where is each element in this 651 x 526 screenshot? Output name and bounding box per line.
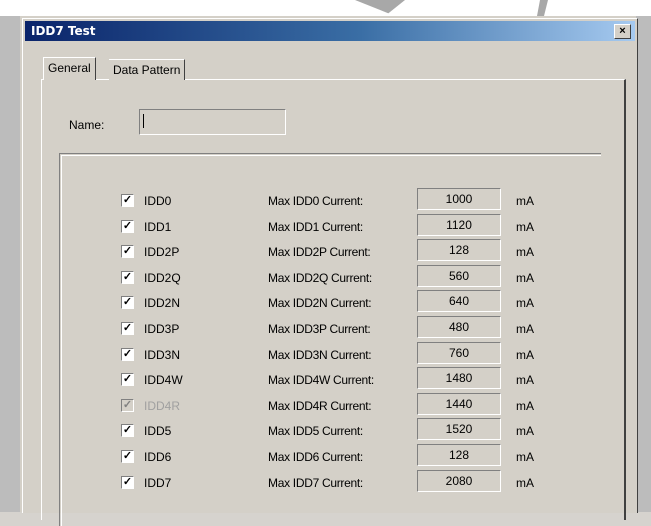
idd-row-idd7: ✓ IDD7 Max IDD7 Current: 2080 mA bbox=[60, 469, 601, 500]
unit-label: mA bbox=[516, 296, 534, 311]
max-current-label: Max IDD0 Current: bbox=[268, 194, 363, 208]
checkbox-idd3p[interactable]: ✓ bbox=[121, 322, 134, 335]
max-current-label: Max IDD2Q Current: bbox=[268, 270, 372, 285]
idd-row-idd6: ✓ IDD6 Max IDD6 Current: 128 mA bbox=[60, 444, 601, 474]
unit-label: mA bbox=[516, 347, 534, 362]
checkbox-label: IDD2Q bbox=[144, 270, 181, 285]
max-current-label: Max IDD3P Current: bbox=[268, 322, 371, 336]
unit-label: mA bbox=[516, 219, 534, 234]
idd-row-idd3p: ✓ IDD3P Max IDD3P Current: 480 mA bbox=[60, 316, 601, 346]
tab-general[interactable]: General bbox=[43, 57, 96, 80]
unit-label: mA bbox=[516, 398, 534, 413]
checkbox-label: IDD3P bbox=[144, 322, 180, 336]
idd-row-idd4w: ✓ IDD4W Max IDD4W Current: 1480 mA bbox=[60, 367, 601, 397]
checkbox-label: IDD7 bbox=[144, 475, 172, 490]
left-band bbox=[0, 16, 20, 512]
unit-label: mA bbox=[516, 245, 534, 260]
max-current-label: Max IDD6 Current: bbox=[268, 450, 363, 464]
idd-row-idd4r: ✓ IDD4R Max IDD4R Current: 1440 mA bbox=[60, 392, 601, 423]
window-title: IDD7 Test bbox=[31, 24, 96, 38]
idd-row-idd2n: ✓ IDD2N Max IDD2N Current: 640 mA bbox=[60, 290, 601, 320]
title-bar[interactable]: IDD7 Test × bbox=[25, 21, 635, 41]
max-current-label: Max IDD7 Current: bbox=[268, 475, 363, 490]
top-notch-decoration bbox=[0, 0, 651, 16]
unit-label: mA bbox=[516, 424, 534, 439]
close-button[interactable]: × bbox=[614, 24, 631, 39]
name-label: Name: bbox=[69, 118, 105, 132]
background-frame: IDD7 Test × General Data Pattern Name: ✓… bbox=[0, 0, 651, 526]
checkbox-idd5[interactable]: ✓ bbox=[121, 424, 134, 438]
max-current-field[interactable]: 760 bbox=[417, 341, 501, 364]
max-current-field[interactable]: 640 bbox=[417, 290, 501, 313]
unit-label: mA bbox=[516, 373, 534, 388]
unit-label: mA bbox=[516, 450, 534, 464]
max-current-field[interactable]: 2080 bbox=[417, 469, 501, 492]
idd-group-box: ✓ IDD0 Max IDD0 Current: 1000 mA ✓ IDD1 Max IDD… bbox=[59, 153, 601, 526]
checkbox-label: IDD0 bbox=[144, 194, 172, 208]
checkbox-idd2p[interactable]: ✓ bbox=[121, 245, 134, 259]
max-current-field[interactable]: 1120 bbox=[417, 213, 501, 236]
unit-label: mA bbox=[516, 194, 534, 208]
idd-row-idd1: ✓ IDD1 Max IDD1 Current: 1120 mA bbox=[60, 213, 601, 244]
idd-row-idd0: ✓ IDD0 Max IDD0 Current: 1000 mA bbox=[60, 188, 601, 218]
checkbox-label: IDD2N bbox=[144, 296, 181, 311]
checkbox-label: IDD6 bbox=[144, 450, 172, 464]
idd-row-idd3n: ✓ IDD3N Max IDD3N Current: 760 mA bbox=[60, 341, 601, 372]
checkbox-label: IDD3N bbox=[144, 347, 181, 362]
checkbox-idd4r: ✓ bbox=[121, 398, 134, 412]
checkbox-idd0[interactable]: ✓ bbox=[121, 194, 134, 207]
max-current-field[interactable]: 480 bbox=[417, 316, 501, 338]
checkbox-idd2n[interactable]: ✓ bbox=[121, 296, 134, 310]
checkbox-idd1[interactable]: ✓ bbox=[121, 219, 134, 233]
max-current-field[interactable]: 1480 bbox=[417, 367, 501, 390]
max-current-field[interactable]: 1000 bbox=[417, 188, 501, 210]
checkbox-label: IDD2P bbox=[144, 245, 180, 260]
idd-row-idd2q: ✓ IDD2Q Max IDD2Q Current: 560 mA bbox=[60, 264, 601, 295]
right-band bbox=[636, 16, 651, 512]
max-current-field[interactable]: 1440 bbox=[417, 392, 501, 415]
max-current-field[interactable]: 128 bbox=[417, 444, 501, 466]
name-input[interactable] bbox=[139, 109, 286, 135]
checkbox-idd4w[interactable]: ✓ bbox=[121, 373, 134, 387]
checkbox-idd7[interactable]: ✓ bbox=[121, 475, 134, 489]
unit-label: mA bbox=[516, 270, 534, 285]
unit-label: mA bbox=[516, 475, 534, 490]
tab-data-pattern[interactable]: Data Pattern bbox=[109, 59, 186, 80]
max-current-label: Max IDD4R Current: bbox=[268, 398, 372, 413]
checkbox-idd6[interactable]: ✓ bbox=[121, 450, 134, 463]
checkbox-idd3n[interactable]: ✓ bbox=[121, 347, 134, 361]
max-current-field[interactable]: 560 bbox=[417, 264, 501, 287]
max-current-label: Max IDD2N Current: bbox=[268, 296, 372, 311]
unit-label: mA bbox=[516, 322, 534, 336]
dialog-window: IDD7 Test × General Data Pattern Name: ✓… bbox=[22, 18, 638, 526]
checkbox-label: IDD1 bbox=[144, 219, 172, 234]
max-current-label: Max IDD5 Current: bbox=[268, 424, 363, 439]
max-current-label: Max IDD3N Current: bbox=[268, 347, 372, 362]
checkbox-idd2q[interactable]: ✓ bbox=[121, 270, 134, 284]
checkbox-label: IDD4R bbox=[144, 398, 181, 413]
max-current-field[interactable]: 128 bbox=[417, 239, 501, 262]
checkbox-label: IDD4W bbox=[144, 373, 183, 388]
max-current-field[interactable]: 1520 bbox=[417, 418, 501, 441]
max-current-label: Max IDD1 Current: bbox=[268, 219, 363, 234]
idd-row-idd5: ✓ IDD5 Max IDD5 Current: 1520 mA bbox=[60, 418, 601, 448]
text-caret bbox=[143, 114, 144, 128]
checkbox-label: IDD5 bbox=[144, 424, 172, 439]
max-current-label: Max IDD2P Current: bbox=[268, 245, 371, 260]
max-current-label: Max IDD4W Current: bbox=[268, 373, 374, 388]
idd-row-idd2p: ✓ IDD2P Max IDD2P Current: 128 mA bbox=[60, 239, 601, 269]
